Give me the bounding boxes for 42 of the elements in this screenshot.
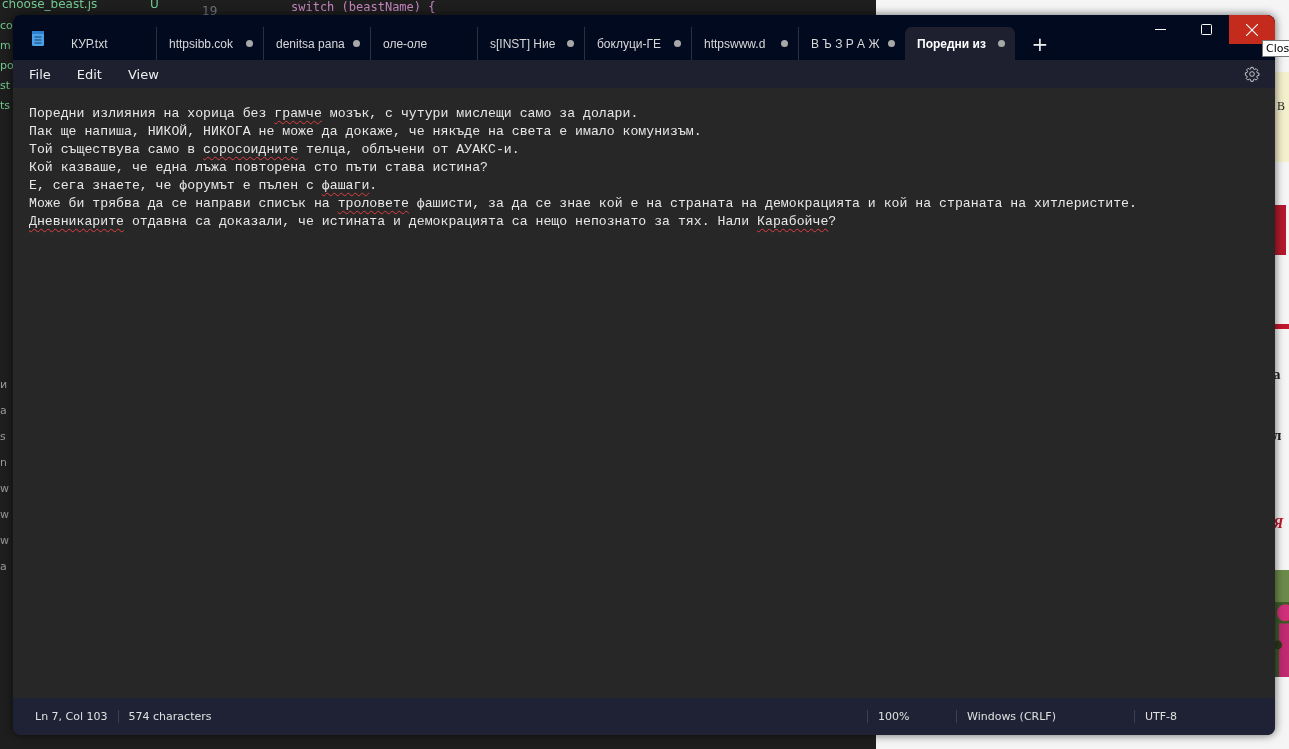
- menu-item[interactable]: File: [17, 66, 63, 82]
- text-fragment: В: [1277, 99, 1285, 114]
- text-fragment: s: [0, 430, 7, 444]
- zoom-level: 100%: [867, 710, 956, 723]
- notepad-icon: [31, 29, 45, 47]
- text-fragment: w: [0, 508, 9, 522]
- new-tab-button[interactable]: +: [1015, 27, 1065, 60]
- text-fragment: и: [0, 378, 9, 392]
- close-button[interactable]: [1229, 15, 1275, 44]
- line-number: 19: [202, 4, 218, 18]
- text-fragment: a: [0, 404, 8, 418]
- text-fragment: a: [0, 560, 8, 574]
- menu-item[interactable]: Edit: [64, 66, 114, 82]
- tooltip: Clos: [1262, 40, 1289, 57]
- text-line: Дневникарите отдавна са доказали, че истината и демокрацията са нещо непознато за тях. Нали Карабойче?: [29, 213, 838, 231]
- file-name: st: [0, 79, 12, 93]
- cursor-position: Ln 7, Col 103: [34, 710, 109, 723]
- code-line: switch (beastName) {: [291, 0, 436, 14]
- line-endings: Windows (CRLF): [956, 710, 1134, 723]
- text-line: Пак ще напиша, НИКОЙ, НИКОГА не може да докаже, че някъде на света е имало комунизъм.: [29, 123, 703, 141]
- text-line: Кой казваше, че една лъжа повторена сто пъти става истина?: [29, 159, 489, 177]
- close-icon: [1246, 23, 1258, 36]
- file-name: m: [0, 39, 12, 53]
- file-name: ts: [0, 99, 12, 113]
- maximize-icon: [1200, 24, 1212, 35]
- text-line: Поредни излияния на хорица без грамче мозък, с чутури мислещи само за долари.: [29, 105, 640, 123]
- git-status: U: [150, 0, 159, 11]
- text-fragment: n: [0, 456, 8, 470]
- menu-item[interactable]: View: [115, 66, 171, 82]
- divider-bar: [1274, 324, 1289, 329]
- text-fragment: w: [0, 534, 9, 548]
- text-line: Може би трябва да се направи списък на троловете фашисти, за да се знае кой е на страната на демокрацията и кой на страната на хитлеристите.: [29, 195, 1138, 213]
- text-line: Той съществува само в соросоидните телца, облъчени от АУАКС-и.: [29, 141, 521, 159]
- file-name: po: [0, 59, 14, 73]
- settings-icon[interactable]: [1244, 66, 1260, 82]
- tab[interactable]: КУР.txt: [49, 27, 156, 60]
- character-count: 574 characters: [117, 710, 222, 723]
- tab[interactable]: Поредни из: [905, 27, 1015, 60]
- encoding: UTF-8: [1134, 710, 1275, 723]
- text-line: Е, сега знаете, че форумът е пълен с фашаги.: [29, 177, 379, 195]
- file-name: co: [0, 19, 14, 33]
- text-fragment: w: [0, 482, 9, 496]
